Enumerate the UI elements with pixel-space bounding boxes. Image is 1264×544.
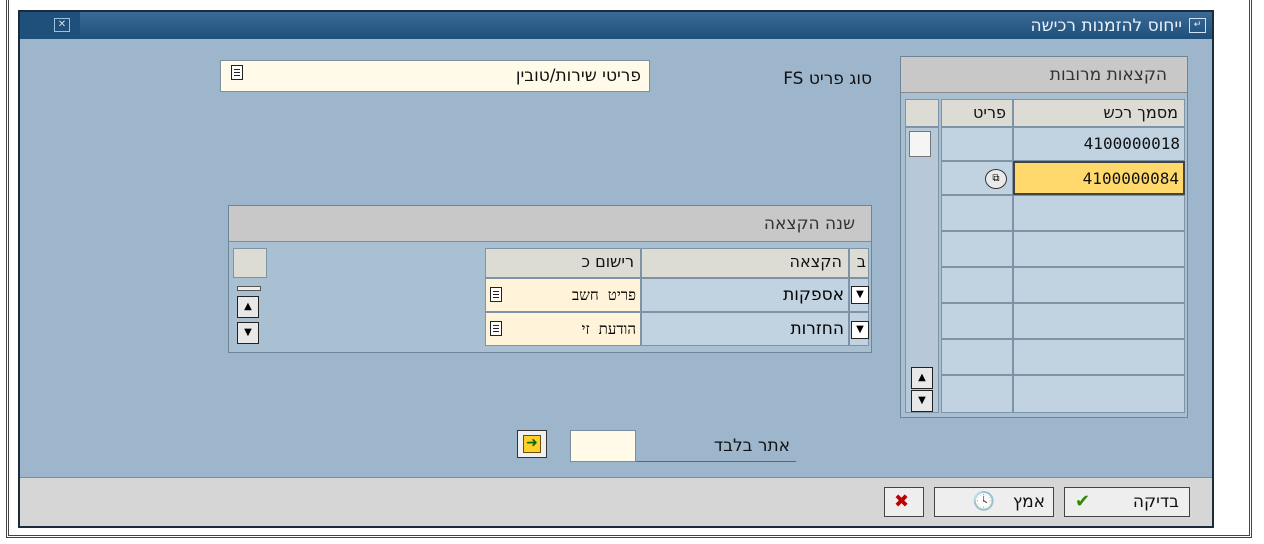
- posting-value: פריט חשב: [572, 286, 636, 304]
- scroll-up-button[interactable]: ▲: [911, 367, 933, 389]
- allocation-cell[interactable]: אספקות: [641, 278, 849, 312]
- check-button[interactable]: בדיקה ✔: [1064, 487, 1190, 517]
- allocation-value: החזרות: [790, 319, 845, 339]
- table-row-empty[interactable]: [1013, 303, 1185, 339]
- select-all-cell[interactable]: [905, 99, 939, 127]
- table-row-item[interactable]: [941, 127, 1013, 161]
- scroll-divider: [237, 286, 261, 291]
- col-header-posting[interactable]: רישום כ: [485, 248, 641, 278]
- table-row-empty[interactable]: [1013, 231, 1185, 267]
- accept-button-label: אמץ: [1012, 492, 1045, 512]
- checkmark-icon: ✔: [1075, 491, 1091, 512]
- cancel-button[interactable]: ✖: [884, 487, 924, 517]
- table-row-empty[interactable]: [941, 231, 1013, 267]
- allocation-cell[interactable]: החזרות: [641, 312, 849, 346]
- scrollbar-thumb[interactable]: [909, 131, 931, 157]
- col-header-b[interactable]: ב: [849, 248, 869, 278]
- allocation-year-panel: שנה הקצאה ב הקצאה רישום כ ▼ אספקות פריט …: [228, 205, 872, 353]
- execute-button[interactable]: ➜: [517, 430, 547, 458]
- chevron-down-icon[interactable]: ▼: [851, 321, 869, 339]
- value-help-icon[interactable]: ⧉: [985, 169, 1007, 189]
- multiple-assignments-title: הקצאות מרובות: [901, 57, 1187, 93]
- allocation-year-title: שנה הקצאה: [229, 206, 871, 242]
- table-row-doc-selected[interactable]: 4100000084: [1013, 161, 1185, 195]
- multiple-assignments-panel: הקצאות מרובות מסמך רכש פריט ▲ ▼ 41000000…: [900, 56, 1188, 418]
- item-type-value: פריטי שירות/טובין: [515, 66, 641, 86]
- dialog-window: ✕ ייחוס להזמנות רכישה ↵ סוג פריט FS פריט…: [18, 10, 1214, 528]
- posting-value: הודעת זי: [581, 320, 636, 338]
- arrow-right-icon: ➜: [523, 435, 541, 453]
- posting-cell[interactable]: הודעת זי: [485, 312, 641, 346]
- table-row-empty[interactable]: [1013, 195, 1185, 231]
- table-row-empty[interactable]: [1013, 375, 1185, 413]
- table-row-empty[interactable]: [1013, 267, 1185, 303]
- details-icon[interactable]: [490, 287, 502, 302]
- table-row-empty[interactable]: [1013, 339, 1185, 375]
- table-row-empty[interactable]: [941, 375, 1013, 413]
- table-row-empty[interactable]: [941, 267, 1013, 303]
- col-header-purchase-doc[interactable]: מסמך רכש: [1013, 99, 1185, 127]
- col-header-allocation[interactable]: הקצאה: [641, 248, 849, 278]
- accept-button[interactable]: אמץ 🕓: [934, 487, 1054, 517]
- select-all-cell[interactable]: [233, 248, 267, 278]
- col-header-item[interactable]: פריט: [941, 99, 1013, 127]
- scroll-down-button[interactable]: ▼: [237, 322, 259, 344]
- scroll-up-button[interactable]: ▲: [237, 296, 259, 318]
- window-icon: ↵: [1189, 18, 1206, 33]
- row-checkbox[interactable]: ▼: [849, 278, 869, 312]
- chevron-down-icon[interactable]: ▼: [851, 286, 869, 304]
- bottom-toolbar: בדיקה ✔ אמץ 🕓 ✖: [20, 477, 1212, 526]
- row-checkbox[interactable]: ▼: [849, 312, 869, 346]
- table-row-empty[interactable]: [941, 303, 1013, 339]
- window-title: ייחוס להזמנות רכישה: [1030, 16, 1182, 36]
- close-icon[interactable]: ✕: [54, 18, 70, 32]
- table-row-empty[interactable]: [941, 195, 1013, 231]
- site-only-label: אתר בלבד: [713, 436, 790, 456]
- table-row-doc[interactable]: 4100000018: [1013, 127, 1185, 161]
- check-button-label: בדיקה: [1132, 492, 1179, 512]
- details-icon[interactable]: [490, 321, 502, 336]
- clock-accept-icon: 🕓: [972, 491, 995, 512]
- item-type-field[interactable]: פריטי שירות/טובין: [220, 60, 650, 92]
- posting-cell[interactable]: פריט חשב: [485, 278, 641, 312]
- table-row-empty[interactable]: [941, 339, 1013, 375]
- scroll-down-button[interactable]: ▼: [911, 390, 933, 412]
- details-icon[interactable]: [231, 65, 243, 80]
- cancel-x-icon: ✖: [894, 491, 910, 512]
- allocation-value: אספקות: [783, 285, 844, 305]
- title-bar-corner: [20, 12, 80, 39]
- item-type-label: סוג פריט FS: [783, 69, 872, 89]
- title-bar: ✕ ייחוס להזמנות רכישה ↵: [20, 12, 1212, 39]
- site-only-input[interactable]: [570, 430, 636, 462]
